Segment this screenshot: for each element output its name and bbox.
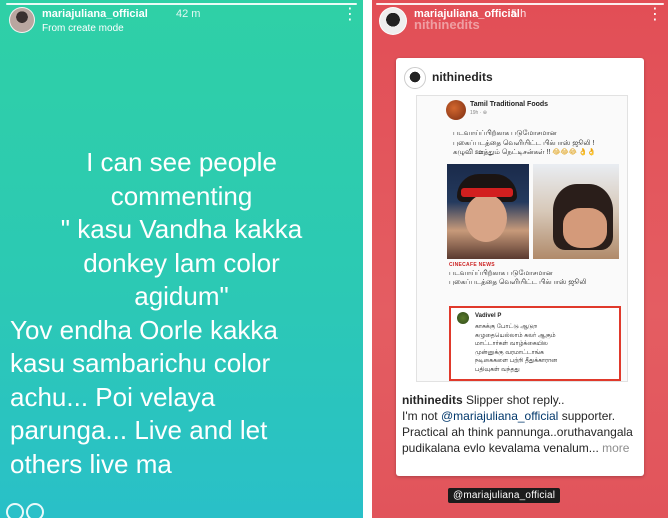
caption-text: pudikalana evlo kevalama venalum... xyxy=(402,441,599,455)
story-text: I can see people commenting " kasu Vandh… xyxy=(10,146,353,481)
story-divider xyxy=(363,0,372,518)
avatar[interactable] xyxy=(379,7,407,35)
more-link[interactable]: more xyxy=(602,441,629,455)
more-vertical-icon[interactable]: ⋮ xyxy=(647,7,663,23)
comment-line: மாட்டார்கள் வாழ்க்கையில xyxy=(475,341,548,347)
more-vertical-icon[interactable]: ⋮ xyxy=(342,7,358,23)
shared-post-card[interactable]: nithinedits Tamil Traditional Foods 19h … xyxy=(396,58,644,476)
post-header: nithinedits xyxy=(396,58,644,98)
caption-line: புகைப்படத்தை வெளியிட்ட பிக்பாஸ் ஜூலி ! xyxy=(453,139,595,147)
mention-sticker[interactable]: @mariajuliana_official xyxy=(448,488,561,503)
photo-right xyxy=(533,164,619,259)
emoji-icon[interactable] xyxy=(6,503,24,518)
photo-left xyxy=(447,164,529,259)
story-time: 5 h xyxy=(511,8,527,20)
story-text-line: achu... Poi velaya xyxy=(10,381,216,412)
avatar[interactable] xyxy=(404,67,426,89)
comment-line: காசுக்கு போட்டு ஆடுற xyxy=(475,324,538,330)
emoji-icon[interactable] xyxy=(26,503,44,518)
page-name: Tamil Traditional Foods xyxy=(470,101,549,108)
news-source: CINECAFE NEWS xyxy=(449,262,495,268)
mention-link[interactable]: @mariajuliana_official xyxy=(441,409,558,423)
emoji-reactions[interactable] xyxy=(6,503,46,518)
story-text-line: others live ma xyxy=(10,448,172,479)
story-right[interactable]: mariajuliana_official nithinedits 5 h ⋮ … xyxy=(372,0,668,518)
story-text-line: " kasu Vandha kakka xyxy=(60,214,303,244)
story-text-line: commenting xyxy=(110,180,253,211)
comment-line: நடிகைகளை பற்றி தீதுக்காரான xyxy=(475,358,558,364)
comment-text: காசுக்கு போட்டு ஆடுற கழுதையெல்லாம் கலர் … xyxy=(475,323,557,374)
comment-author: Vadivel P xyxy=(475,313,502,319)
story-text-line: I can see people xyxy=(86,147,277,177)
story-time: 42 m xyxy=(176,8,201,20)
story-text-line: agidum" xyxy=(134,281,229,311)
story-username-overlay: nithinedits xyxy=(414,17,480,32)
story-left[interactable]: mariajuliana_official 42 m From create m… xyxy=(0,0,363,518)
caption-text: Slipper shot reply.. xyxy=(466,393,565,407)
comment-line: கழுதையெல்லாம் கலர் ஆகும் xyxy=(475,332,556,339)
caption-line: படவாய்ப்பிற்காக படுமோசமான xyxy=(453,130,557,137)
story-text-line: parunga... Live and let xyxy=(10,415,268,445)
story-subtitle: From create mode xyxy=(42,23,124,34)
story-text-line: kasu sambarichu color xyxy=(10,348,271,378)
avatar[interactable] xyxy=(9,7,35,33)
caption-text: I'm not xyxy=(402,409,438,423)
page-meta: 19h · ⊕ xyxy=(470,110,487,116)
caption-text: supporter. xyxy=(561,409,616,423)
news-caption-line: புகைப்படத்தை வெளியிட்ட பிக்பாஸ் ஜூலி xyxy=(449,279,587,286)
avatar xyxy=(457,312,469,324)
news-caption: படவாய்ப்பிற்காக படுமோசமான புகைப்படத்தை வ… xyxy=(449,269,587,287)
story-header: mariajuliana_official 42 m From create m… xyxy=(0,0,363,40)
story-text-line: donkey lam color xyxy=(83,247,280,278)
news-caption-line: படவாய்ப்பிற்காக படுமோசமான xyxy=(449,270,553,277)
comment-line: முன்னுக்கு வரமாட்டாங்க xyxy=(475,349,544,356)
post-caption: nithinedits Slipper shot reply.. I'm not… xyxy=(402,392,640,456)
caption-text: Practical ah think pannunga..oruthavanga… xyxy=(402,425,633,439)
story-text-line: Yov endha Oorle kakka xyxy=(10,314,278,345)
story-username[interactable]: mariajuliana_official xyxy=(42,8,148,20)
story-header: mariajuliana_official nithinedits 5 h ⋮ xyxy=(372,0,668,40)
shared-caption: படவாய்ப்பிற்காக படுமோசமான புகைப்படத்தை வ… xyxy=(453,129,613,158)
post-username[interactable]: nithinedits xyxy=(432,70,493,84)
page-avatar xyxy=(446,100,466,120)
caption-line: கழுவி ஊத்தும் நெட்டிசன்கள் !! xyxy=(453,149,551,156)
emoji-icon: 😂😂😂 👌👌 xyxy=(552,149,597,156)
comment-line: பதிவுகள் வந்தது xyxy=(475,366,520,373)
caption-username[interactable]: nithinedits xyxy=(402,393,463,407)
highlighted-comment: Vadivel P காசுக்கு போட்டு ஆடுற கழுதையெல்… xyxy=(449,306,621,381)
post-image[interactable]: Tamil Traditional Foods 19h · ⊕ படவாய்ப்… xyxy=(416,95,628,382)
